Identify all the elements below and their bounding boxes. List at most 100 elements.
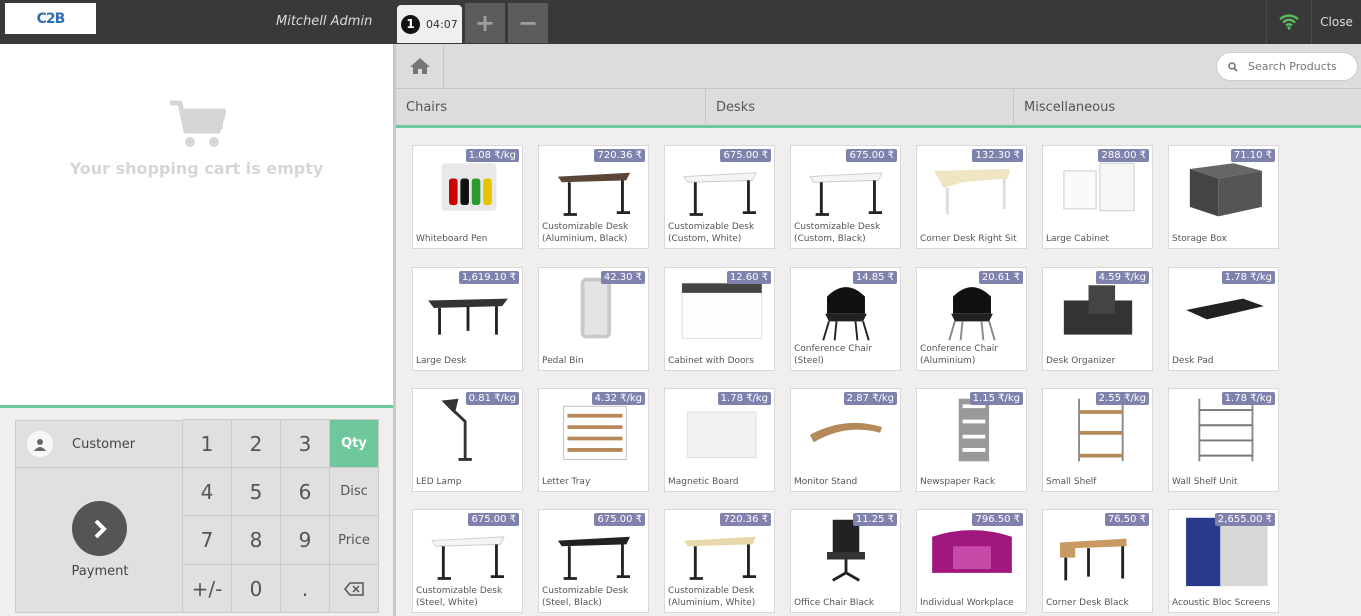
numpad-key-7[interactable]: 7: [182, 515, 232, 565]
product-card[interactable]: 1.78 ₹/kg Desk Pad: [1168, 267, 1279, 371]
product-price-badge: 720.36 ₹: [720, 513, 771, 526]
product-card[interactable]: 1.08 ₹/kg Whiteboard Pen: [412, 145, 523, 249]
backspace-icon: [344, 581, 364, 596]
product-name: Large Cabinet: [1046, 234, 1109, 244]
product-name: Pedal Bin: [542, 356, 584, 366]
product-name: Customizable Desk (Custom, White): [668, 222, 755, 244]
product-name: Office Chair Black: [794, 598, 875, 608]
product-card[interactable]: 2,655.00 ₹ Acoustic Bloc Screens: [1168, 509, 1279, 613]
product-card[interactable]: 720.36 ₹ Customizable Desk (Aluminium, Bl…: [538, 145, 649, 249]
product-card[interactable]: 12.60 ₹ Cabinet with Doors: [664, 267, 775, 371]
product-card[interactable]: 675.00 ₹ Customizable Desk (Steel, White): [412, 509, 523, 613]
product-name: Customizable Desk (Steel, Black): [542, 586, 629, 608]
product-card[interactable]: 288.00 ₹ Large Cabinet: [1042, 145, 1153, 249]
action-pad: Customer Payment 1 2 3 Qty 4 5 6 Disc 7 …: [0, 405, 393, 616]
category-bar: Chairs Desks Miscellaneous: [396, 88, 1361, 128]
empty-cart-text: Your shopping cart is empty: [69, 159, 324, 178]
category-chairs[interactable]: Chairs: [396, 89, 706, 126]
mode-qty-button[interactable]: Qty: [329, 419, 379, 468]
product-name: Storage Box: [1172, 234, 1227, 244]
numpad-key-5[interactable]: 5: [231, 467, 281, 516]
product-price-badge: 11.25 ₹: [852, 513, 897, 526]
product-price-badge: 720.36 ₹: [594, 149, 645, 162]
numpad-key-1[interactable]: 1: [182, 419, 232, 468]
product-card[interactable]: 2.87 ₹/kg Monitor Stand: [790, 388, 901, 492]
product-name: Whiteboard Pen: [416, 234, 488, 244]
product-card[interactable]: 1.78 ₹/kg Wall Shelf Unit: [1168, 388, 1279, 492]
product-name: Desk Pad: [1172, 356, 1214, 366]
home-button[interactable]: [396, 44, 444, 88]
backspace-button[interactable]: [329, 564, 379, 613]
category-desks[interactable]: Desks: [706, 89, 1014, 126]
product-name: LED Lamp: [416, 477, 462, 487]
product-card[interactable]: 2.55 ₹/kg Small Shelf: [1042, 388, 1153, 492]
numpad-key-4[interactable]: 4: [182, 467, 232, 516]
product-price-badge: 42.30 ₹: [600, 271, 645, 284]
product-price-badge: 12.60 ₹: [726, 271, 771, 284]
numpad-key-3[interactable]: 3: [280, 419, 330, 468]
search-input[interactable]: Search Products: [1216, 52, 1358, 81]
product-price-badge: 1.78 ₹/kg: [1221, 271, 1275, 284]
product-name: Newspaper Rack: [920, 477, 996, 487]
wifi-status[interactable]: [1266, 0, 1311, 44]
product-card[interactable]: 42.30 ₹ Pedal Bin: [538, 267, 649, 371]
payment-button[interactable]: Payment: [15, 468, 183, 613]
product-name: Small Shelf: [1046, 477, 1097, 487]
product-card[interactable]: 675.00 ₹ Customizable Desk (Steel, Black): [538, 509, 649, 613]
numpad-key-9[interactable]: 9: [280, 515, 330, 565]
chevron-right-icon: [72, 501, 127, 556]
product-card[interactable]: 76.50 ₹ Corner Desk Black: [1042, 509, 1153, 613]
numpad-key-6[interactable]: 6: [280, 467, 330, 516]
numpad-key-8[interactable]: 8: [231, 515, 281, 565]
product-card[interactable]: 14.85 ₹ Conference Chair (Steel): [790, 267, 901, 371]
product-card[interactable]: 4.32 ₹/kg Letter Tray: [538, 388, 649, 492]
product-name: Individual Workplace: [920, 598, 1014, 608]
close-button[interactable]: Close: [1311, 0, 1361, 44]
product-name: Customizable Desk (Steel, White): [416, 586, 503, 608]
product-card[interactable]: 1,619.10 ₹ Large Desk: [412, 267, 523, 371]
product-card[interactable]: 132.30 ₹ Corner Desk Right Sit: [916, 145, 1027, 249]
customer-button[interactable]: Customer: [15, 420, 183, 468]
remove-order-button[interactable]: −: [508, 3, 548, 43]
product-card[interactable]: 1.15 ₹/kg Newspaper Rack: [916, 388, 1027, 492]
product-name: Corner Desk Black: [1046, 598, 1129, 608]
product-name: Monitor Stand: [794, 477, 858, 487]
product-card[interactable]: 675.00 ₹ Customizable Desk (Custom, White…: [664, 145, 775, 249]
product-card[interactable]: 11.25 ₹ Office Chair Black: [790, 509, 901, 613]
numpad-key-plus-minus[interactable]: +/-: [182, 564, 232, 613]
order-tab[interactable]: 1 04:07: [397, 5, 462, 43]
mode-price-button[interactable]: Price: [329, 515, 379, 565]
product-card[interactable]: 675.00 ₹ Customizable Desk (Custom, Black…: [790, 145, 901, 249]
product-name: Corner Desk Right Sit: [920, 234, 1017, 244]
product-price-badge: 2,655.00 ₹: [1214, 513, 1275, 526]
product-price-badge: 1.78 ₹/kg: [717, 392, 771, 405]
category-miscellaneous[interactable]: Miscellaneous: [1014, 89, 1361, 126]
product-card[interactable]: 796.50 ₹ Individual Workplace: [916, 509, 1027, 613]
product-name: Conference Chair (Aluminium): [920, 344, 998, 366]
product-name: Magnetic Board: [668, 477, 739, 487]
product-card[interactable]: 4.59 ₹/kg Desk Organizer: [1042, 267, 1153, 371]
logo-text: C2B: [36, 10, 66, 27]
product-card[interactable]: 1.78 ₹/kg Magnetic Board: [664, 388, 775, 492]
home-icon: [409, 58, 430, 74]
product-card[interactable]: 20.61 ₹ Conference Chair (Aluminium): [916, 267, 1027, 371]
numpad-key-0[interactable]: 0: [231, 564, 281, 613]
product-card[interactable]: 71.10 ₹ Storage Box: [1168, 145, 1279, 249]
product-card[interactable]: 720.36 ₹ Customizable Desk (Aluminium, Wh…: [664, 509, 775, 613]
product-price-badge: 1.08 ₹/kg: [465, 149, 519, 162]
payment-label: Payment: [71, 564, 129, 579]
product-card[interactable]: 0.81 ₹/kg LED Lamp: [412, 388, 523, 492]
add-order-button[interactable]: +: [465, 3, 505, 43]
search-placeholder: Search Products: [1248, 60, 1337, 73]
order-number-badge: 1: [401, 14, 420, 34]
cart-icon: [169, 100, 226, 147]
numpad-key-dot[interactable]: .: [280, 564, 330, 613]
numpad-key-2[interactable]: 2: [231, 419, 281, 468]
product-price-badge: 2.87 ₹/kg: [843, 392, 897, 405]
wifi-icon: [1279, 14, 1299, 30]
user-icon: [27, 431, 53, 457]
mode-disc-button[interactable]: Disc: [329, 467, 379, 516]
product-price-badge: 675.00 ₹: [846, 149, 897, 162]
product-price-badge: 288.00 ₹: [1098, 149, 1149, 162]
product-price-badge: 71.10 ₹: [1230, 149, 1275, 162]
